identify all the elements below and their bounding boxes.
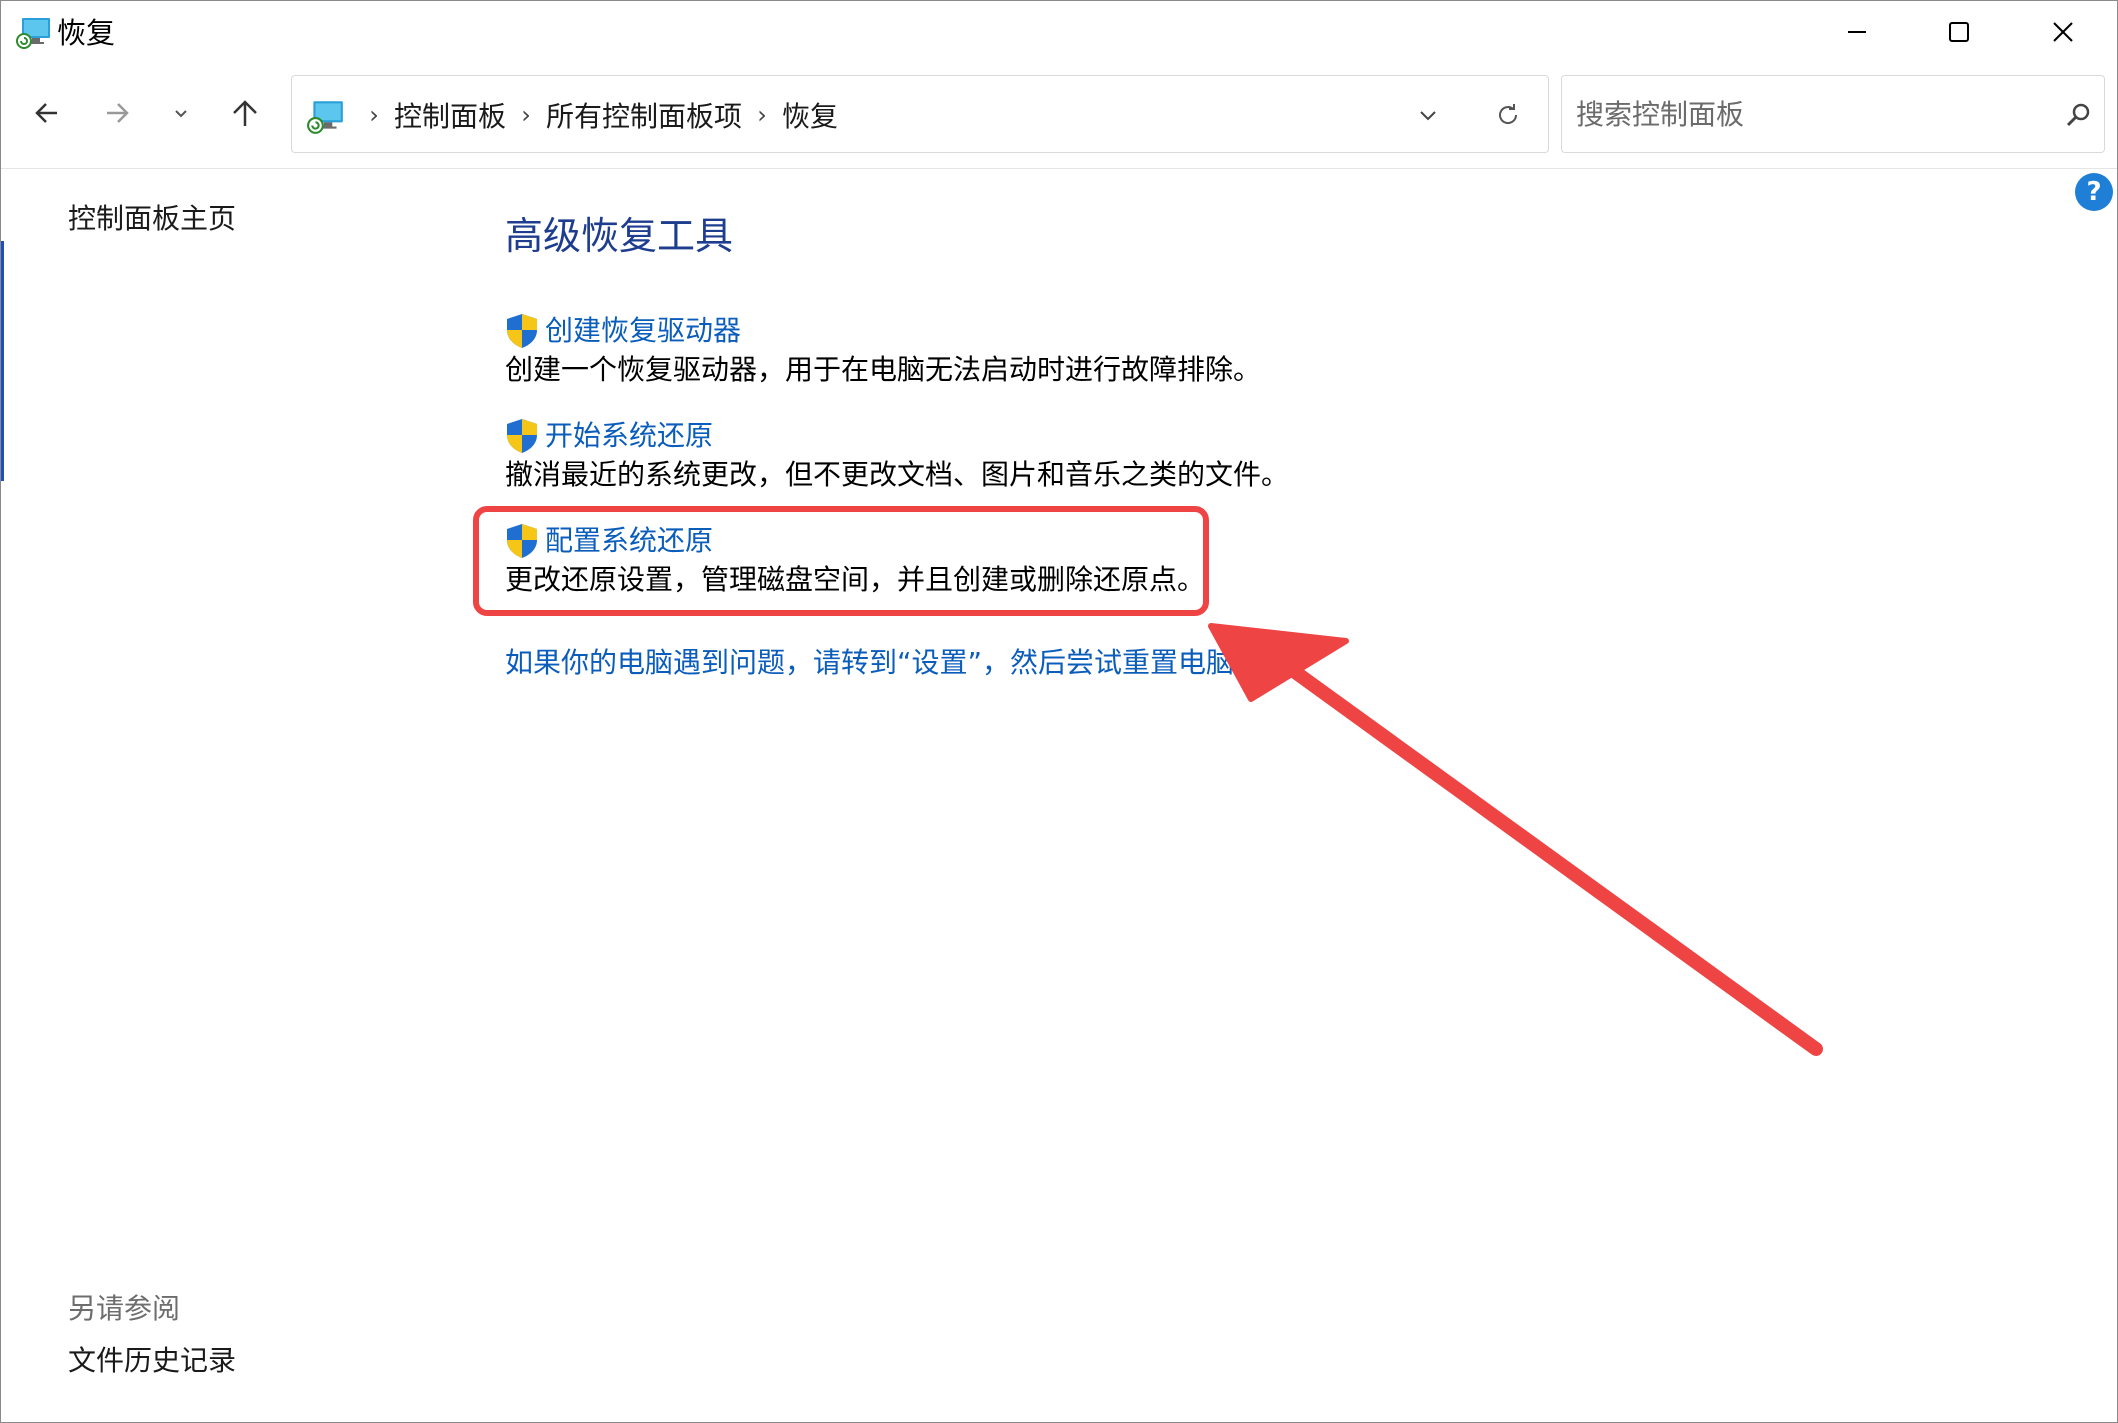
- recent-locations-button[interactable]: [153, 85, 209, 141]
- arrow-up-icon: [233, 100, 257, 126]
- refresh-icon: [1499, 104, 1518, 124]
- breadcrumb: › 控制面板 › 所有控制面板项 › 恢复: [354, 76, 838, 154]
- breadcrumb-separator[interactable]: ›: [742, 101, 782, 129]
- navigation-bar: › 控制面板 › 所有控制面板项 › 恢复 搜索控制面板: [1, 67, 2117, 167]
- annotation-highlight-box: [473, 506, 1209, 616]
- breadcrumb-separator[interactable]: ›: [506, 101, 546, 129]
- refresh-button[interactable]: [1484, 92, 1532, 138]
- maximize-button[interactable]: [1909, 1, 2009, 63]
- breadcrumb-separator[interactable]: ›: [354, 101, 394, 129]
- close-button[interactable]: [2013, 1, 2113, 63]
- breadcrumb-item-recovery[interactable]: 恢复: [782, 95, 838, 135]
- help-icon[interactable]: ?: [2075, 173, 2113, 211]
- address-history-dropdown[interactable]: [1404, 92, 1452, 138]
- forward-button[interactable]: [89, 85, 145, 141]
- chevron-down-icon: [175, 110, 187, 118]
- minimize-icon: [1848, 31, 1866, 33]
- window-title: 恢复: [57, 16, 116, 50]
- chevron-down-icon: [1420, 111, 1436, 121]
- task-description: 撤消最近的系统更改，但不更改文档、图片和音乐之类的文件。: [505, 458, 1290, 491]
- control-panel-recovery-icon: [15, 13, 53, 51]
- breadcrumb-item-all-items[interactable]: 所有控制面板项: [546, 95, 742, 135]
- task-create-recovery-drive: 创建恢复驱动器 创建一个恢复驱动器，用于在电脑无法启动时进行故障排除。: [505, 311, 1261, 389]
- arrow-right-icon: [107, 103, 129, 123]
- task-open-system-restore: 开始系统还原 撤消最近的系统更改，但不更改文档、图片和音乐之类的文件。: [505, 416, 1289, 494]
- address-bar[interactable]: › 控制面板 › 所有控制面板项 › 恢复: [291, 75, 1549, 153]
- title-bar[interactable]: 恢复: [1, 1, 2117, 65]
- breadcrumb-item-control-panel[interactable]: 控制面板: [394, 95, 506, 135]
- window-edge-accent: [1, 241, 4, 481]
- annotation-arrow: [1208, 623, 1823, 1056]
- shield-icon: [507, 314, 537, 348]
- toolbar-divider: [1, 168, 2117, 169]
- see-also-heading: 另请参阅: [68, 1292, 181, 1325]
- open-system-restore-link[interactable]: 开始系统还原: [545, 416, 713, 456]
- shield-icon: [507, 419, 537, 453]
- search-input[interactable]: 搜索控制面板: [1561, 75, 2105, 153]
- arrow-left-icon: [35, 103, 57, 123]
- task-link-row[interactable]: 开始系统还原: [505, 416, 1289, 456]
- search-icon[interactable]: [2062, 100, 2094, 132]
- reset-pc-link[interactable]: 如果你的电脑遇到问题，请转到“设置”，然后尝试重置电脑: [505, 643, 1234, 683]
- search-placeholder: 搜索控制面板: [1576, 98, 1745, 131]
- task-description: 创建一个恢复驱动器，用于在电脑无法启动时进行故障排除。: [505, 353, 1262, 386]
- control-panel-recovery-icon: [306, 96, 346, 136]
- recovery-window: 恢复 › 控制面板 › 所有控制面板项 › 恢复 搜索控制面板 控制面板主页 另…: [0, 0, 2118, 1423]
- close-icon: [2053, 22, 2073, 42]
- control-panel-home-link[interactable]: 控制面板主页: [68, 199, 236, 239]
- file-history-link[interactable]: 文件历史记录: [68, 1341, 236, 1381]
- minimize-button[interactable]: [1807, 1, 1907, 63]
- maximize-icon: [1949, 22, 1969, 42]
- task-link-row[interactable]: 创建恢复驱动器: [505, 311, 1261, 351]
- up-button[interactable]: [217, 85, 273, 141]
- page-title: 高级恢复工具: [505, 214, 734, 258]
- back-button[interactable]: [19, 85, 75, 141]
- create-recovery-drive-link[interactable]: 创建恢复驱动器: [545, 311, 741, 351]
